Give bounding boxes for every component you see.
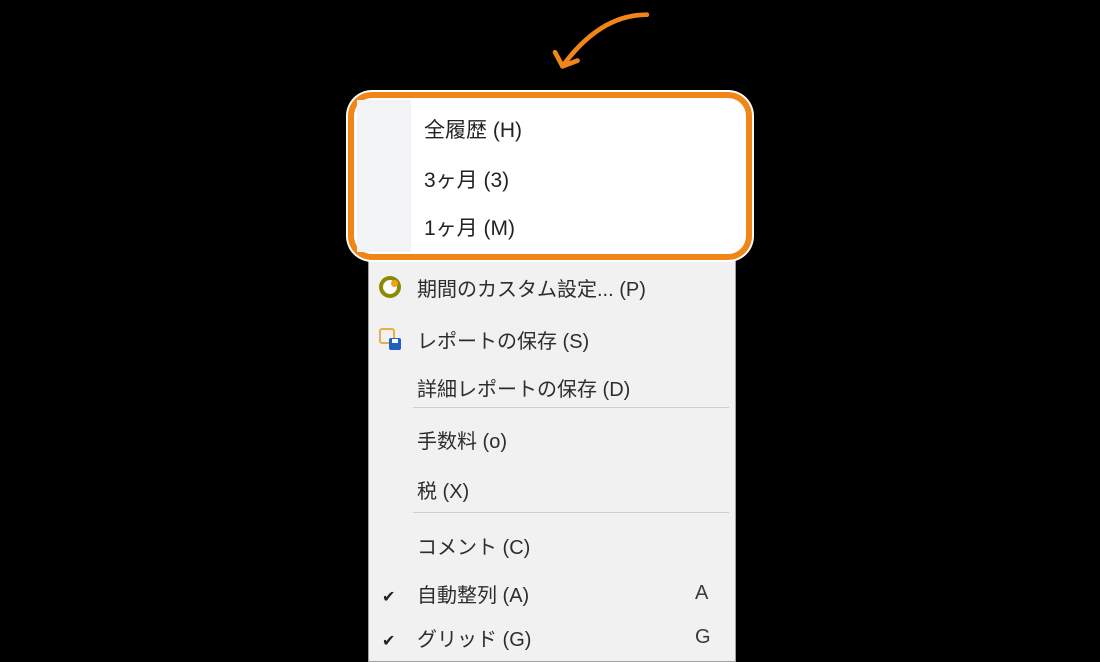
menu-item-label: コメント (C) [411, 531, 695, 560]
menu-item-save-report[interactable]: レポートの保存 (S) [369, 317, 735, 361]
menu-item-custom-period[interactable]: 期間のカスタム設定... (P) [369, 265, 735, 309]
menu-separator [413, 512, 729, 513]
menu-item-label: レポートの保存 (S) [411, 325, 695, 354]
menu-item-shortcut: G [695, 626, 735, 649]
check-icon [369, 629, 411, 645]
menu-item-shortcut: A [695, 582, 735, 605]
highlight-item-1-month: 1ヶ月 (M) [424, 218, 515, 239]
save-icon [369, 328, 411, 350]
menu-item-fees[interactable]: 手数料 (o) [369, 417, 735, 461]
menu-item-save-detailed-report[interactable]: 詳細レポートの保存 (D) [369, 365, 735, 409]
clock-gear-icon [369, 276, 411, 298]
check-icon [369, 585, 411, 601]
highlight-item-3-months: 3ヶ月 (3) [424, 170, 509, 191]
menu-item-grid[interactable]: グリッド (G) G [369, 615, 735, 659]
menu-item-tax[interactable]: 税 (X) [369, 467, 735, 511]
menu-item-label: 詳細レポートの保存 (D) [411, 373, 695, 402]
annotation-highlight-box: 全履歴 (H) 3ヶ月 (3) 1ヶ月 (M) [348, 92, 752, 260]
menu-item-label: 期間のカスタム設定... (P) [411, 273, 695, 302]
menu-item-label: 税 (X) [411, 475, 695, 504]
highlight-icon-column [357, 100, 411, 252]
annotation-arrow [540, 10, 660, 85]
menu-item-label: 自動整列 (A) [411, 579, 695, 608]
menu-item-auto-arrange[interactable]: 自動整列 (A) A [369, 571, 735, 615]
highlight-item-all-history: 全履歴 (H) [424, 120, 522, 141]
menu-item-comment[interactable]: コメント (C) [369, 523, 735, 567]
menu-item-label: 手数料 (o) [411, 425, 695, 454]
menu-item-label: グリッド (G) [411, 623, 695, 652]
